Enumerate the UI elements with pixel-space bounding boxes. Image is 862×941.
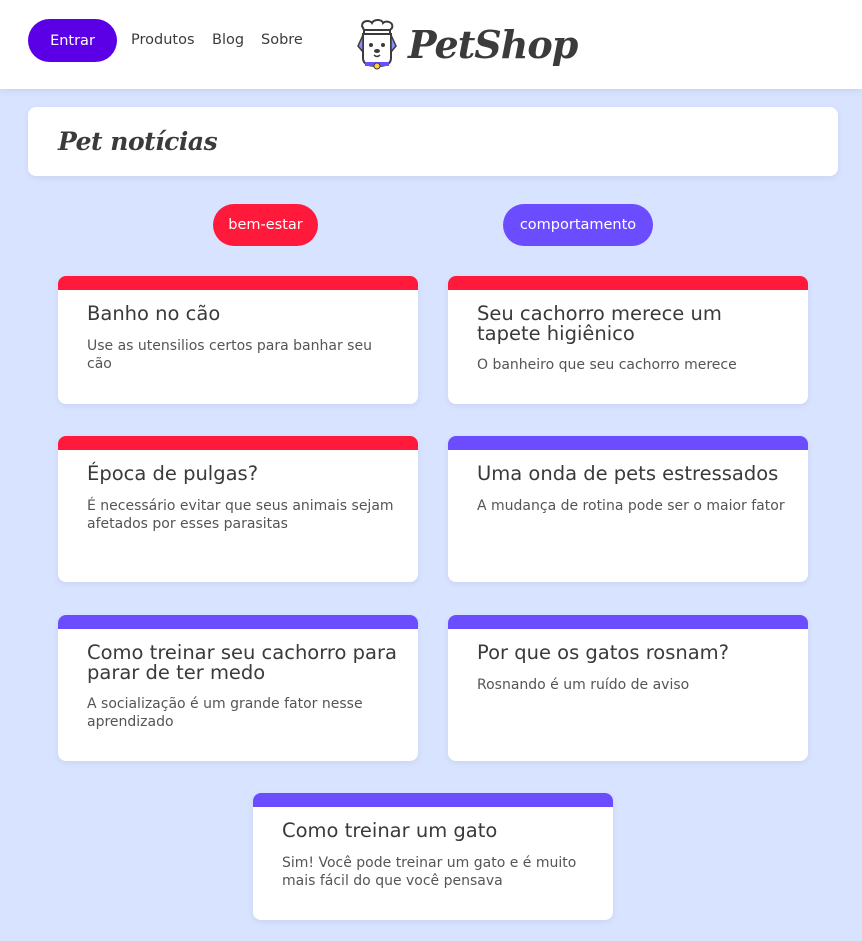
nav-link-produtos[interactable]: Produtos: [131, 32, 195, 48]
card-description: O banheiro que seu cachorro merece: [477, 357, 737, 373]
logo[interactable]: PetShop: [356, 14, 578, 74]
card-category-bar: [58, 276, 418, 290]
card-category-bar: [58, 436, 418, 450]
card-title: Por que os gatos rosnam?: [477, 641, 730, 664]
tag-bem-estar[interactable]: bem-estar: [213, 204, 318, 246]
card-title: Seu cachorro merece um tapete higiênico: [477, 302, 722, 345]
card-title: Banho no cão: [87, 302, 221, 325]
card-description: A mudança de rotina pode ser o maior fat…: [477, 497, 785, 514]
site-header: Entrar Produtos Blog Sobre PetShop: [0, 0, 862, 89]
page-title: Pet notícias: [58, 127, 218, 156]
news-card[interactable]: Como treinar seu cachorro para parar de …: [58, 615, 418, 761]
dog-with-chef-hat-icon: [357, 19, 397, 70]
card-category-bar: [448, 436, 808, 450]
card-category-bar: [58, 615, 418, 629]
card-description: Use as utensilios certos para banhar seu…: [87, 337, 372, 372]
news-card[interactable]: Banho no cão Use as utensilios certos pa…: [58, 276, 418, 404]
card-title: Como treinar seu cachorro para parar de …: [87, 641, 397, 684]
logo-text: PetShop: [408, 21, 578, 67]
card-description: É necessário evitar que seus animais sej…: [87, 497, 394, 532]
card-description: Rosnando é um ruído de aviso: [477, 676, 690, 693]
news-card[interactable]: Época de pulgas? É necessário evitar que…: [58, 436, 418, 582]
login-button[interactable]: Entrar: [28, 19, 117, 62]
card-description: A socialização é um grande fator nesse a…: [87, 696, 363, 730]
news-card[interactable]: Por que os gatos rosnam? Rosnando é um r…: [448, 615, 808, 761]
page-title-card: Pet notícias: [28, 107, 838, 176]
card-description: Sim! Você pode treinar um gato e é muito…: [282, 854, 577, 889]
tag-comportamento[interactable]: comportamento: [503, 204, 653, 246]
nav-link-blog[interactable]: Blog: [212, 32, 244, 48]
nav-link-sobre[interactable]: Sobre: [261, 32, 303, 48]
news-card[interactable]: Uma onda de pets estressados A mudança d…: [448, 436, 808, 582]
card-title: Época de pulgas?: [87, 462, 259, 485]
card-category-bar: [448, 615, 808, 629]
card-title: Uma onda de pets estressados: [477, 462, 779, 485]
news-card[interactable]: Como treinar um gato Sim! Você pode trei…: [253, 793, 613, 920]
card-title: Como treinar um gato: [282, 819, 498, 842]
card-category-bar: [253, 793, 613, 807]
news-card[interactable]: Seu cachorro merece um tapete higiênico …: [448, 276, 808, 404]
card-category-bar: [448, 276, 808, 290]
